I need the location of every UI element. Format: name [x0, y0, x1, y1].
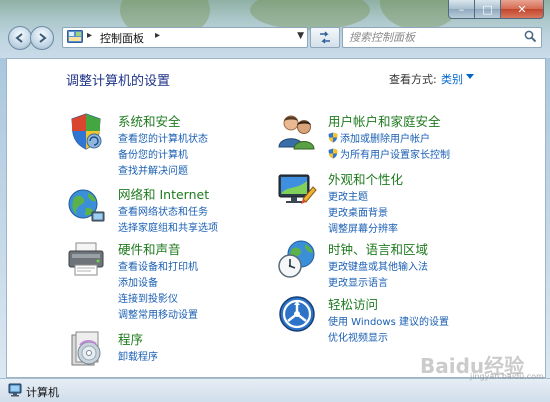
appearance-icon[interactable]: [277, 169, 317, 209]
forward-button[interactable]: [30, 26, 54, 50]
caption-buttons: – □ ✕: [448, 0, 544, 19]
category-clock-language-region: 时钟、语言和区域 更改键盘或其他输入法 更改显示语言: [277, 239, 517, 289]
category-link[interactable]: 优化视频显示: [328, 329, 388, 344]
category-link[interactable]: 查找并解决问题: [118, 162, 188, 177]
category-link[interactable]: 查看设备和打印机: [118, 258, 198, 273]
maximize-button[interactable]: □: [475, 0, 501, 19]
category-link[interactable]: 更改桌面背景: [328, 204, 388, 219]
category-link[interactable]: 更改显示语言: [328, 274, 388, 289]
system-security-icon[interactable]: [66, 111, 106, 151]
category-ease-of-access: 轻松访问 使用 Windows 建议的设置 优化视频显示: [277, 294, 517, 344]
view-by-dropdown[interactable]: 类别: [441, 71, 463, 87]
category-link[interactable]: 查看网络状态和任务: [118, 203, 208, 218]
category-link[interactable]: 为所有用户设置家长控制: [328, 146, 450, 161]
category-link[interactable]: 查看您的计算机状态: [118, 130, 208, 145]
category-link[interactable]: 调整常用移动设置: [118, 306, 198, 321]
category-title[interactable]: 用户帐户和家庭安全: [328, 111, 441, 130]
search-input[interactable]: [349, 29, 509, 45]
category-system-security: 系统和安全 查看您的计算机状态 备份您的计算机 查找并解决问题: [66, 111, 276, 177]
close-button[interactable]: ✕: [501, 0, 544, 19]
category-title[interactable]: 轻松访问: [328, 294, 378, 313]
search-icon[interactable]: [524, 30, 537, 43]
search-box[interactable]: [342, 27, 542, 48]
forward-arrow-icon: [39, 33, 47, 43]
page-title: 调整计算机的设置: [66, 74, 171, 89]
category-title[interactable]: 系统和安全: [118, 111, 181, 130]
navigation-bar: ▸ 控制面板 ▸ ▼: [6, 26, 546, 52]
category-link-text[interactable]: 添加或删除用户帐户: [340, 134, 430, 145]
status-bar: 计算机: [0, 378, 550, 402]
uac-shield-icon: [328, 148, 338, 159]
category-link[interactable]: 备份您的计算机: [118, 146, 188, 161]
address-separator[interactable]: ▸: [87, 30, 92, 41]
user-accounts-icon[interactable]: [277, 111, 317, 151]
clock-language-region-icon[interactable]: [277, 239, 317, 279]
address-bar[interactable]: ▸ 控制面板 ▸ ▼: [62, 27, 308, 48]
category-link[interactable]: 添加或删除用户帐户: [328, 130, 430, 145]
category-title[interactable]: 程序: [118, 329, 143, 348]
category-title[interactable]: 硬件和声音: [118, 239, 181, 258]
hardware-sound-icon[interactable]: [66, 239, 106, 279]
refresh-icon: [320, 31, 330, 44]
category-title[interactable]: 外观和个性化: [328, 169, 403, 188]
programs-icon[interactable]: [66, 329, 106, 369]
control-panel-content: 调整计算机的设置 查看方式: 类别 系统和安全 查看您的计算机状态 备份您的计算…: [6, 58, 546, 378]
window-title-bar: – □ ✕ ▸ 控制面板 ▸ ▼: [0, 0, 550, 58]
control-panel-icon: [67, 30, 83, 43]
uac-shield-icon: [328, 132, 338, 143]
ease-of-access-icon[interactable]: [277, 294, 317, 334]
category-link[interactable]: 更改主题: [328, 188, 368, 203]
category-link[interactable]: 使用 Windows 建议的设置: [328, 313, 449, 328]
computer-icon: [8, 383, 22, 397]
address-separator[interactable]: ▸: [155, 30, 160, 41]
view-by-label: 查看方式:: [389, 73, 437, 86]
view-by-dropdown-arrow-icon[interactable]: [466, 74, 474, 79]
refresh-button[interactable]: [310, 27, 340, 48]
category-hardware-sound: 硬件和声音 查看设备和打印机 添加设备 连接到投影仪 调整常用移动设置: [66, 239, 276, 321]
watermark-url: jingyan.baidu.com: [470, 372, 544, 381]
category-programs: 程序 卸载程序: [66, 329, 276, 369]
category-link[interactable]: 调整屏幕分辨率: [328, 220, 398, 235]
category-title[interactable]: 网络和 Internet: [118, 184, 209, 203]
category-link-text[interactable]: 为所有用户设置家长控制: [340, 150, 450, 161]
category-user-accounts: 用户帐户和家庭安全 添加或删除用户帐户 为所有用户设置家长控制: [277, 111, 517, 161]
category-link[interactable]: 选择家庭组和共享选项: [118, 219, 218, 234]
minimize-button[interactable]: –: [448, 0, 475, 19]
control-panel-window: – □ ✕ ▸ 控制面板 ▸ ▼ 搜索控制面板 调整计算机的设置 查看方式: 类…: [0, 0, 550, 402]
back-button[interactable]: [8, 26, 32, 50]
category-link[interactable]: 连接到投影仪: [118, 290, 178, 305]
category-link[interactable]: 更改键盘或其他输入法: [328, 258, 428, 273]
category-network-internet: 网络和 Internet 查看网络状态和任务 选择家庭组和共享选项: [66, 184, 276, 234]
category-title[interactable]: 时钟、语言和区域: [328, 239, 428, 258]
category-appearance: 外观和个性化 更改主题 更改桌面背景 调整屏幕分辨率: [277, 169, 517, 235]
address-dropdown-icon[interactable]: ▼: [297, 31, 304, 41]
category-link[interactable]: 添加设备: [118, 274, 158, 289]
back-arrow-icon: [15, 33, 23, 43]
network-icon[interactable]: [66, 184, 106, 224]
address-crumb-control-panel[interactable]: 控制面板: [100, 30, 144, 46]
category-link[interactable]: 卸载程序: [118, 348, 158, 363]
status-text: 计算机: [26, 386, 59, 399]
